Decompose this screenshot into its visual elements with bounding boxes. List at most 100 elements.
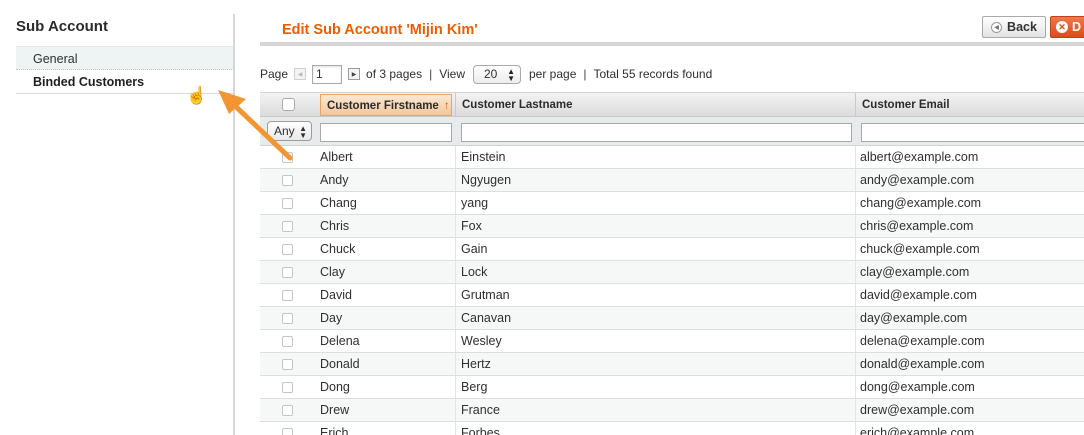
cell-lastname: Canavan	[461, 311, 512, 325]
cell-lastname: Grutman	[461, 288, 510, 302]
table-row[interactable]: Day Canavan day@example.com	[260, 307, 1084, 330]
filter-firstname-input[interactable]	[320, 123, 452, 142]
cell-firstname: David	[320, 288, 352, 302]
cell-lastname: Ngyugen	[461, 173, 512, 187]
row-checkbox[interactable]	[282, 198, 293, 209]
cell-email: andy@example.com	[860, 173, 975, 187]
column-divider	[455, 261, 456, 283]
hand-cursor-icon: ☝	[186, 86, 208, 105]
cell-firstname: Donald	[320, 357, 360, 371]
column-divider	[455, 376, 456, 398]
table-row[interactable]: Drew France drew@example.com	[260, 399, 1084, 422]
column-divider	[455, 192, 456, 214]
table-row[interactable]: Chuck Gain chuck@example.com	[260, 238, 1084, 261]
cell-email: donald@example.com	[860, 357, 985, 371]
column-divider	[455, 169, 456, 191]
select-arrows-icon: ▲ ▼	[299, 124, 307, 140]
table-row[interactable]: Andy Ngyugen andy@example.com	[260, 169, 1084, 192]
column-divider	[855, 422, 856, 435]
table-row[interactable]: Chris Fox chris@example.com	[260, 215, 1084, 238]
row-checkbox[interactable]	[282, 244, 293, 255]
column-header-email[interactable]: Customer Email	[855, 93, 1084, 117]
row-checkbox[interactable]	[282, 313, 293, 324]
column-header-label: Customer Firstname	[327, 100, 439, 112]
grid-filter-row: Any ▲ ▼	[260, 117, 1084, 146]
filter-checkbox-select[interactable]: Any ▲ ▼	[267, 121, 312, 141]
column-divider	[455, 146, 456, 168]
cell-email: albert@example.com	[860, 150, 979, 164]
cell-email: erich@example.com	[860, 426, 975, 435]
cell-lastname: Forbes	[461, 426, 500, 435]
row-checkbox[interactable]	[282, 267, 293, 278]
table-row[interactable]: Erich Forbes erich@example.com	[260, 422, 1084, 435]
cell-firstname: Drew	[320, 403, 350, 417]
row-checkbox[interactable]	[282, 336, 293, 347]
cell-lastname: Hertz	[461, 357, 491, 371]
table-row[interactable]: Delena Wesley delena@example.com	[260, 330, 1084, 353]
per-page-select[interactable]: 20 ▲ ▼	[473, 64, 521, 84]
column-divider	[455, 284, 456, 306]
cell-lastname: Wesley	[461, 334, 502, 348]
table-row[interactable]: Donald Hertz donald@example.com	[260, 353, 1084, 376]
pager: Page ◀ 1 ▶ of 3 pages | View 20 ▲ ▼ per p…	[260, 64, 712, 84]
column-divider	[855, 330, 856, 352]
cell-firstname: Day	[320, 311, 343, 325]
back-button[interactable]: ◀ Back	[982, 16, 1046, 38]
prev-page-icon[interactable]: ◀	[294, 68, 307, 80]
page-input[interactable]: 1	[312, 64, 343, 84]
table-row[interactable]: Clay Lock clay@example.com	[260, 261, 1084, 284]
cell-lastname: yang	[461, 196, 489, 210]
column-divider	[455, 215, 456, 237]
table-row[interactable]: Chang yang chang@example.com	[260, 192, 1084, 215]
cell-firstname: Chris	[320, 219, 350, 233]
back-button-label: Back	[1007, 20, 1037, 34]
column-header-firstname[interactable]: Customer Firstname ↑	[320, 94, 452, 116]
per-page-value: 20	[484, 67, 498, 81]
row-checkbox[interactable]	[282, 405, 293, 416]
column-divider	[855, 215, 856, 237]
cell-firstname: Clay	[320, 265, 346, 279]
column-header-lastname[interactable]: Customer Lastname	[455, 93, 855, 117]
column-divider	[855, 284, 856, 306]
table-row[interactable]: Albert Einstein albert@example.com	[260, 146, 1084, 169]
select-all-checkbox[interactable]	[282, 98, 295, 111]
delete-button-label: D	[1072, 20, 1082, 34]
grid-header-row: Customer Firstname ↑ Customer Lastname Cu…	[260, 92, 1084, 117]
row-checkbox[interactable]	[282, 221, 293, 232]
grid-body: Albert Einstein albert@example.com Andy Ngyu…	[260, 146, 1084, 435]
row-checkbox[interactable]	[282, 359, 293, 370]
next-page-icon[interactable]: ▶	[348, 68, 361, 80]
cell-lastname: Fox	[461, 219, 482, 233]
tab-general[interactable]: General	[16, 46, 234, 70]
row-checkbox[interactable]	[282, 382, 293, 393]
filter-lastname-input[interactable]	[461, 123, 852, 142]
cell-lastname: Gain	[461, 242, 488, 256]
column-divider	[855, 399, 856, 421]
cell-firstname: Andy	[320, 173, 349, 187]
view-label: View	[439, 67, 465, 81]
row-checkbox[interactable]	[282, 428, 293, 435]
column-divider	[855, 146, 856, 168]
sort-asc-icon: ↑	[443, 98, 450, 112]
delete-button[interactable]: ✕ D	[1050, 16, 1084, 38]
page-title: Edit Sub Account 'Mijin Kim'	[282, 22, 478, 38]
cell-email: drew@example.com	[860, 403, 975, 417]
cell-firstname: Dong	[320, 380, 350, 394]
table-row[interactable]: Dong Berg dong@example.com	[260, 376, 1084, 399]
per-page-text: per page	[529, 67, 577, 81]
row-checkbox[interactable]	[282, 175, 293, 186]
cell-email: dong@example.com	[860, 380, 975, 394]
filter-email-input[interactable]	[861, 123, 1084, 142]
cell-email: david@example.com	[860, 288, 977, 302]
cell-firstname: Erich	[320, 426, 349, 435]
cell-lastname: Lock	[461, 265, 488, 279]
cell-lastname: Einstein	[461, 150, 506, 164]
page-label: Page	[260, 67, 289, 81]
row-checkbox[interactable]	[282, 152, 293, 163]
column-divider	[855, 192, 856, 214]
table-row[interactable]: David Grutman david@example.com	[260, 284, 1084, 307]
column-divider	[455, 330, 456, 352]
column-divider	[855, 307, 856, 329]
cell-lastname: Berg	[461, 380, 488, 394]
row-checkbox[interactable]	[282, 290, 293, 301]
